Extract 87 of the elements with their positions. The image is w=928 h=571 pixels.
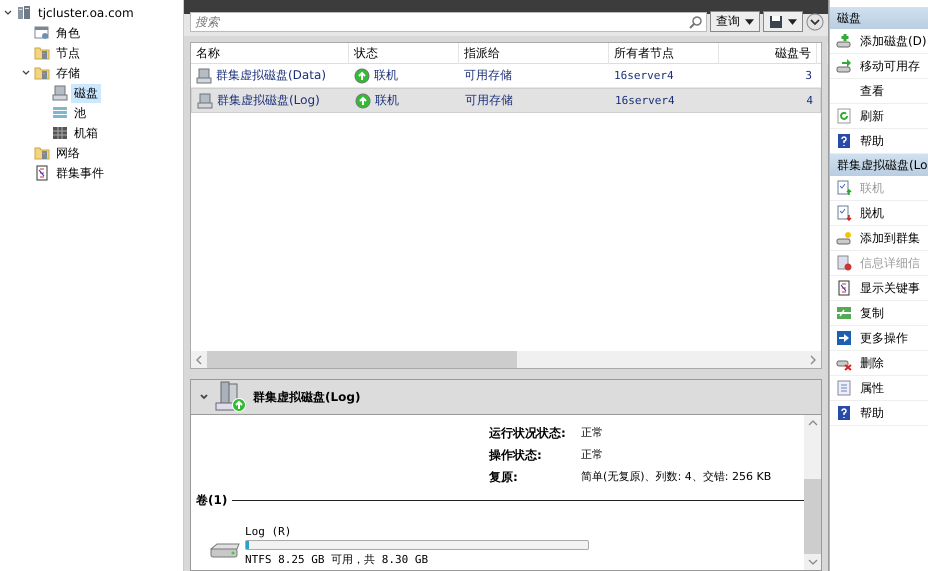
folder-server-icon xyxy=(34,65,50,81)
hard-drive-icon xyxy=(209,541,241,559)
vertical-scrollbar[interactable] xyxy=(804,415,821,570)
properties-icon xyxy=(836,380,852,396)
tree-item[interactable]: 存储 xyxy=(53,64,83,82)
help-icon xyxy=(836,133,852,149)
arrow-right-icon xyxy=(836,330,852,346)
tree-item[interactable]: 池 xyxy=(71,104,89,122)
action-link[interactable]: 脱机 xyxy=(860,204,884,222)
table-cell-text: 4 xyxy=(805,94,814,107)
folder-server-icon xyxy=(34,45,50,61)
grid-rack-icon xyxy=(52,125,68,141)
search-field[interactable]: 搜索 xyxy=(190,12,707,32)
tree-item[interactable]: 网络 xyxy=(53,144,83,162)
stacked-bars-icon xyxy=(52,105,68,121)
volume-summary: NTFS 8.25 GB 可用，共 8.30 GB xyxy=(245,552,430,567)
disk-plus-icon xyxy=(836,33,852,49)
volume-name: Log (R) xyxy=(245,525,292,538)
tree-item[interactable]: 群集事件 xyxy=(53,164,107,182)
column-header[interactable]: 指派给 xyxy=(459,43,609,64)
table-cell: 群集虚拟磁盘(Log) xyxy=(217,92,320,109)
save-icon xyxy=(769,14,783,28)
column-header[interactable]: 磁盘号 xyxy=(719,43,817,64)
action-link[interactable]: 刷新 xyxy=(860,108,884,124)
tree-item[interactable]: 机箱 xyxy=(71,124,101,142)
property-label: 复原: xyxy=(489,469,519,486)
action-link[interactable]: 复制 xyxy=(860,304,884,322)
action-link[interactable]: 添加到群集 xyxy=(860,230,920,246)
action-link[interactable]: 移动可用存 xyxy=(860,58,920,74)
server-cluster-icon xyxy=(16,5,32,21)
details-title: 群集虚拟磁盘(Log) xyxy=(253,388,360,406)
folder-server-icon xyxy=(34,145,50,161)
table-cell-text: 3 xyxy=(804,69,813,82)
caret-icon xyxy=(745,18,754,24)
document-error-icon xyxy=(836,255,852,271)
action-link[interactable]: 查看 xyxy=(860,82,884,100)
tree-item[interactable]: 磁盘 xyxy=(71,84,101,102)
horizontal-scrollbar[interactable] xyxy=(191,351,821,368)
disks-arrow-icon xyxy=(836,305,852,321)
action-link[interactable]: 帮助 xyxy=(860,404,884,422)
action-link[interactable]: 显示关键事 xyxy=(860,280,920,296)
disk-arrow-icon xyxy=(836,58,852,74)
up-arrow-circle-icon xyxy=(355,92,371,108)
table-cell-text: 可用存储 xyxy=(463,67,513,84)
chevron-icon[interactable] xyxy=(199,392,209,402)
property-label: 运行状况状态: xyxy=(489,425,567,442)
table-cell-text: 16server4 xyxy=(614,94,676,107)
table-cell-text: 16server4 xyxy=(613,69,675,82)
action-link[interactable]: 更多操作 xyxy=(860,330,908,346)
disk-drive-icon xyxy=(197,92,213,108)
caret-icon xyxy=(788,18,797,24)
action-link[interactable]: 删除 xyxy=(860,354,884,372)
actions-section-header: 磁盘 xyxy=(830,7,928,29)
query-button[interactable]: 查询 xyxy=(710,11,760,32)
actions-section-header: 群集虚拟磁盘(Lo xyxy=(830,154,928,176)
action-link[interactable]: 添加磁盘(D) xyxy=(860,32,927,50)
property-label: 操作状态: xyxy=(489,447,543,464)
disk-drive-icon xyxy=(52,85,68,101)
tree-item[interactable]: tjcluster.oa.com xyxy=(35,5,137,21)
column-header[interactable]: 名称 xyxy=(191,43,349,64)
table-cell: 联机 xyxy=(375,92,399,109)
section-heading: 卷(1) xyxy=(196,492,228,509)
tree-item[interactable]: 节点 xyxy=(53,44,83,62)
document-arrow-icon xyxy=(836,180,852,196)
save-button[interactable] xyxy=(763,11,803,32)
up-arrow-circle-icon xyxy=(354,68,370,84)
column-header[interactable]: 所有者节点 xyxy=(609,43,719,64)
help-icon xyxy=(836,405,852,421)
column-header[interactable]: 状态 xyxy=(349,43,459,64)
table-cell-text: 可用存储 xyxy=(464,92,514,109)
event-log-icon xyxy=(34,165,50,181)
refresh-icon xyxy=(836,108,852,124)
disk-star-icon xyxy=(836,230,852,246)
tree-item[interactable]: 角色 xyxy=(53,24,83,42)
search-icon xyxy=(689,14,703,28)
event-log-icon xyxy=(836,280,852,296)
property-value: 简单(无复原)、列数: 4、交错: 256 KB xyxy=(581,469,772,485)
table-cell: 联机 xyxy=(374,67,398,84)
document-arrow-icon xyxy=(836,205,852,221)
expand-icon[interactable] xyxy=(806,12,824,30)
action-link[interactable]: 帮助 xyxy=(860,132,884,150)
property-value: 正常 xyxy=(581,425,604,441)
action-link[interactable]: 属性 xyxy=(860,380,884,396)
property-value: 正常 xyxy=(581,447,604,463)
disk-drive-icon xyxy=(196,68,212,84)
table-row[interactable]: 群集虚拟磁盘(Log) 联机 可用存储 16server4 4 xyxy=(191,88,821,113)
table-cell: 群集虚拟磁盘(Data) xyxy=(216,67,326,84)
